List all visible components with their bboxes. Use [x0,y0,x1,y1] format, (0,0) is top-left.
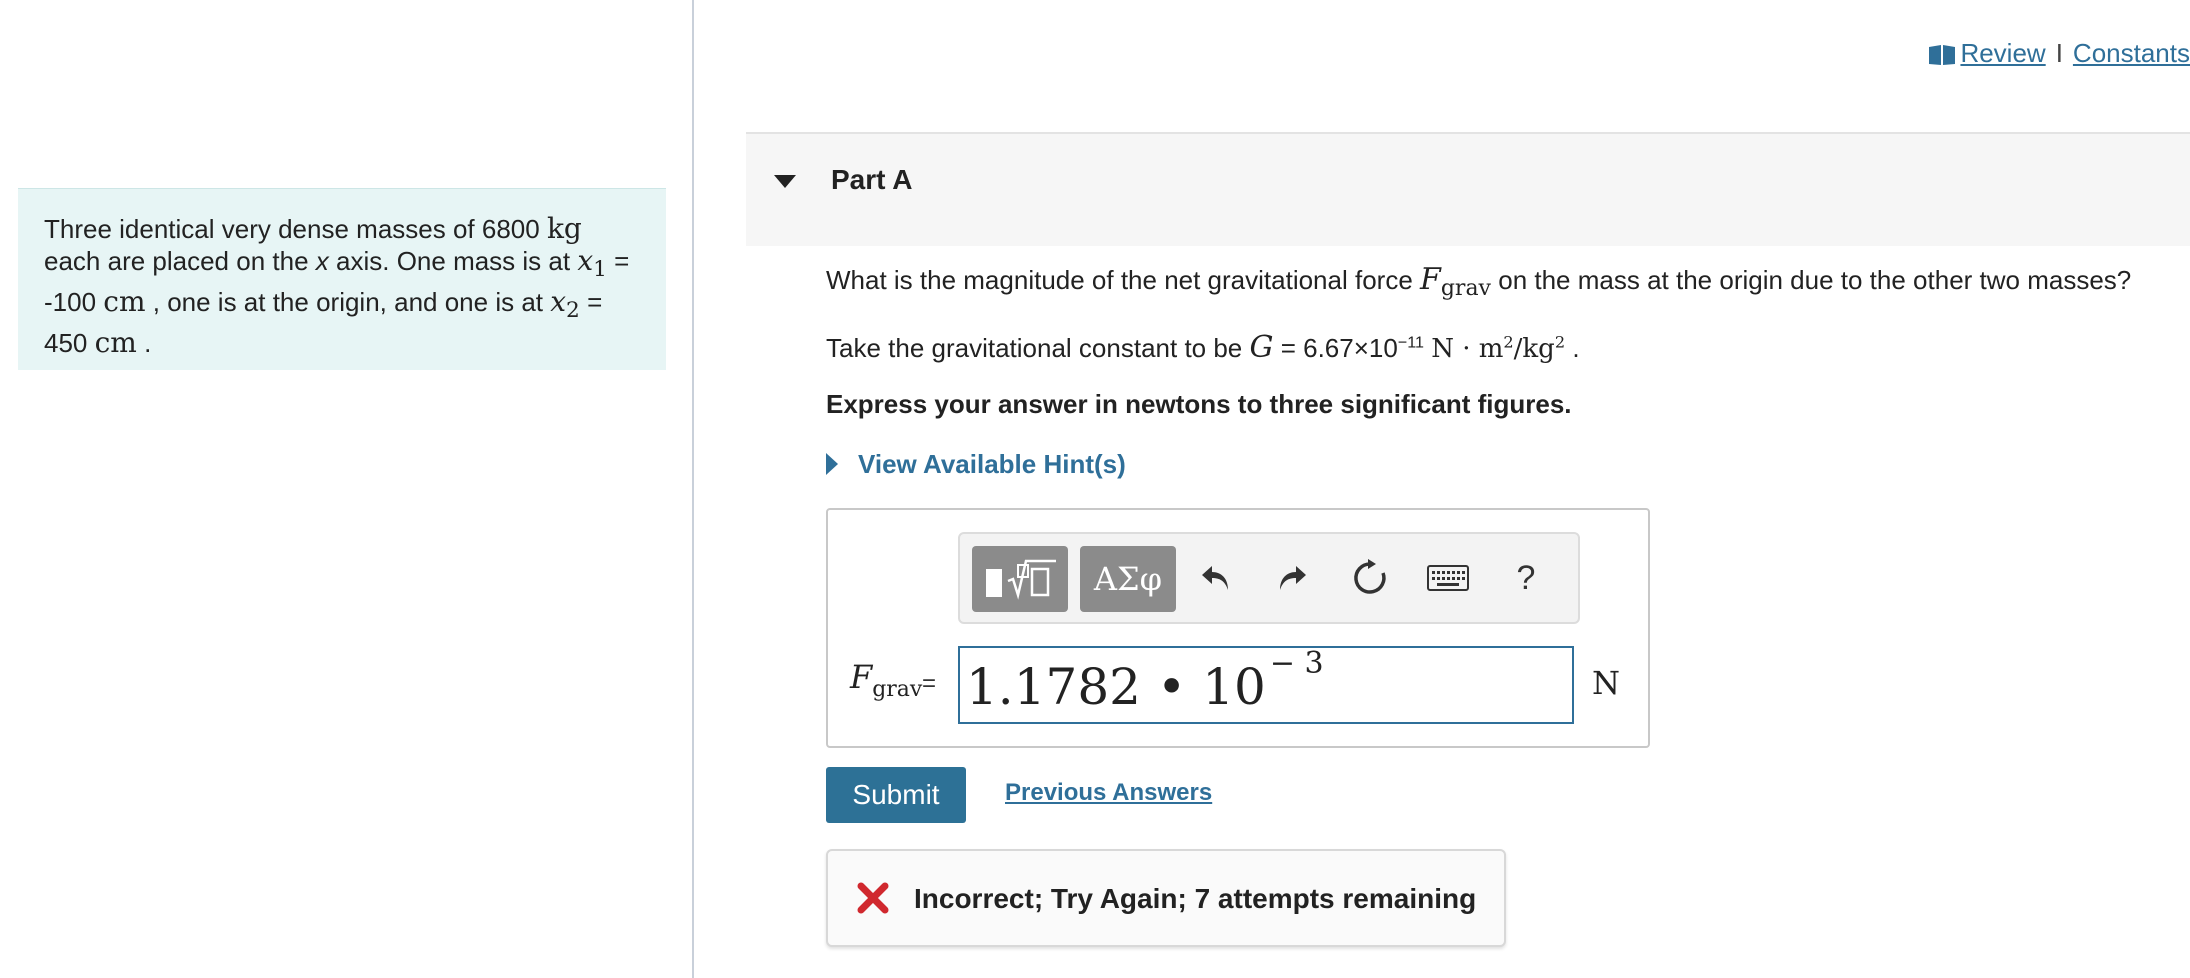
answer-exponent: − 3 [1269,645,1324,681]
book-icon [1928,42,1956,73]
x1-subscript: 1 [593,257,607,283]
answer-box: ΑΣφ ? Fgrav = 1.1782 • 10− 3 N [826,508,1650,748]
incorrect-x-icon [856,881,890,915]
g-variable: G [1249,330,1274,365]
unit-cm: cm [103,285,146,319]
review-link[interactable]: Review [1960,38,2045,68]
question-text: What is the magnitude of the net gravita… [826,262,2131,301]
greek-symbols-button[interactable]: ΑΣφ [1080,546,1176,612]
answer-variable-subscript: grav [872,677,923,702]
period: . [144,328,152,359]
part-header[interactable]: Part A [746,134,2190,246]
instructions: Express your answer in newtons to three … [826,389,1572,419]
force-variable: F [1420,262,1441,297]
intro-text: axis. One mass is at [336,246,571,276]
constants-link[interactable]: Constants [2073,38,2190,68]
x2-variable: x [550,285,567,319]
answer-value: 1.1782 • 10 [966,658,1266,716]
problem-statement: Three identical very dense masses of 680… [18,188,666,370]
answer-variable: F [850,658,873,696]
help-button[interactable]: ? [1500,552,1552,604]
templates-button[interactable] [972,546,1068,612]
g-exponent: −11 [1397,333,1424,352]
math-toolbar: ΑΣφ ? [958,532,1580,624]
previous-answers-link[interactable]: Previous Answers [1005,779,1212,807]
intro-text: Three identical very dense masses of 680… [44,214,540,244]
keyboard-icon[interactable] [1422,552,1474,604]
constant-text: Take the gravitational constant to be G … [826,330,1580,365]
redo-icon[interactable] [1266,552,1318,604]
view-hints-toggle[interactable]: View Available Hint(s) [826,449,1126,480]
header-links: Review I Constants [1928,38,2190,74]
answer-input[interactable]: 1.1782 • 10− 3 [958,646,1574,724]
unit-cm: cm [94,326,137,360]
equals-sign: = [922,670,937,697]
x2-subscript: 2 [566,298,580,324]
equals: = [587,287,603,318]
expand-caret-icon [826,453,838,475]
g-value: = 6.67×10 [1280,333,1398,363]
constant-text-part: Take the gravitational constant to be [826,333,1243,363]
question-text-part: What is the magnitude of the net gravita… [826,265,1413,295]
feedback-message: Incorrect; Try Again; 7 attempts remaini… [914,883,1477,914]
column-divider [692,0,694,978]
feedback-box: Incorrect; Try Again; 7 attempts remaini… [826,849,1506,947]
x1-value: -100 [44,287,97,318]
templates-icon [986,559,1056,600]
intro-text: each are placed on the [44,246,309,276]
answer-variable-label: Fgrav [850,658,922,702]
force-subscript: grav [1440,276,1491,302]
reset-icon[interactable] [1344,552,1396,604]
x1-variable: x [577,244,594,277]
equals: = [614,246,630,276]
mass-unit: kg [546,212,582,245]
part-title: Part A [831,164,913,195]
links-separator: I [2055,38,2063,68]
intro-text: , one is at the origin, and one is at [152,287,544,318]
squared: 2 [1503,332,1514,352]
submit-button[interactable]: Submit [826,767,966,823]
g-units: /kg [1513,334,1555,364]
unit-label: N [1592,664,1620,702]
problem-intro-panel: Three identical very dense masses of 680… [0,0,692,978]
g-units: N · m [1431,334,1504,364]
undo-icon[interactable] [1190,552,1242,604]
question-text-part: on the mass at the origin due to the oth… [1498,265,2132,295]
x2-value: 450 [44,328,88,359]
collapse-caret-icon[interactable] [774,175,796,188]
period: . [1572,333,1580,363]
hint-label: View Available Hint(s) [858,449,1126,479]
squared: 2 [1554,332,1566,352]
axis-variable: x [315,246,329,276]
